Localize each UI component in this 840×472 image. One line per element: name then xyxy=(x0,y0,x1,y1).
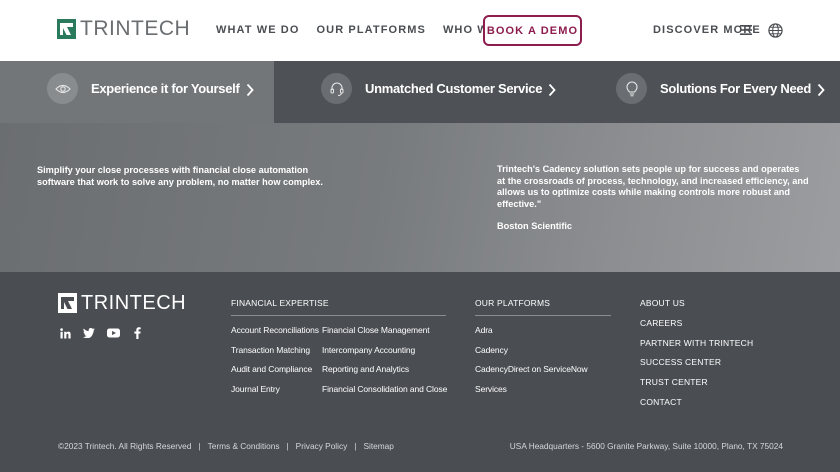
testimonial-banner: Simplify your close processes with finan… xyxy=(0,123,840,272)
tab-label: Experience it for Yourself xyxy=(91,81,240,96)
site-footer: TRINTECH FINANCIAL EXPERTISE Account Rec… xyxy=(0,272,840,472)
privacy-link[interactable]: Privacy Policy xyxy=(296,441,348,451)
globe-language-icon[interactable] xyxy=(768,23,783,38)
hamburger-menu-icon[interactable] xyxy=(740,25,752,35)
chevron-right-icon xyxy=(817,83,825,97)
footer-link-account-reconciliations[interactable]: Account Reconciliations xyxy=(231,325,319,335)
sitemap-link[interactable]: Sitemap xyxy=(363,441,393,451)
footer-link-transaction-matching[interactable]: Transaction Matching xyxy=(231,345,310,355)
footer-link-careers[interactable]: CAREERS xyxy=(640,318,683,328)
testimonial-quote: Trintech's Cadency solution sets people … xyxy=(497,164,809,209)
headset-icon xyxy=(321,73,352,104)
footer-link-contact[interactable]: CONTACT xyxy=(640,397,682,407)
footer-link-reporting-analytics[interactable]: Reporting and Analytics xyxy=(322,364,409,374)
twitter-icon[interactable] xyxy=(82,326,96,340)
footer-link-intercompany-accounting[interactable]: Intercompany Accounting xyxy=(322,345,415,355)
separator: | xyxy=(198,441,201,451)
logo-wordmark: TRINTECH xyxy=(81,292,187,314)
facebook-icon[interactable] xyxy=(130,326,144,340)
nav-what-we-do[interactable]: WHAT WE DO xyxy=(216,24,300,36)
footer-link-success-center[interactable]: SUCCESS CENTER xyxy=(640,357,721,367)
footer-heading-financial-expertise: FINANCIAL EXPERTISE xyxy=(231,298,329,308)
chevron-right-icon xyxy=(548,83,556,97)
site-header: TRINTECH WHAT WE DO OUR PLATFORMS WHO WE… xyxy=(0,0,840,61)
separator: | xyxy=(286,441,289,451)
tab-experience[interactable]: Experience it for Yourself xyxy=(47,73,254,104)
footer-link-trust-center[interactable]: TRUST CENTER xyxy=(640,377,708,387)
footer-link-adra[interactable]: Adra xyxy=(475,325,493,335)
terms-link[interactable]: Terms & Conditions xyxy=(208,441,280,451)
footer-link-audit-compliance[interactable]: Audit and Compliance xyxy=(231,364,312,374)
footer-link-cadencydirect[interactable]: CadencyDirect on ServiceNow xyxy=(475,364,588,374)
separator: | xyxy=(354,441,357,451)
book-demo-button[interactable]: BOOK A DEMO xyxy=(483,15,582,46)
tab-label: Solutions For Every Need xyxy=(660,81,812,96)
footer-logo[interactable]: TRINTECH xyxy=(58,293,186,313)
footer-divider xyxy=(231,315,446,316)
footer-link-partner[interactable]: PARTNER WITH TRINTECH xyxy=(640,338,753,348)
trintech-logo-mark-icon xyxy=(58,293,77,313)
trintech-logo-mark-icon xyxy=(57,19,76,39)
lightbulb-icon xyxy=(616,73,647,104)
logo-wordmark: TRINTECH xyxy=(80,17,191,40)
footer-link-financial-close-management[interactable]: Financial Close Management xyxy=(322,325,430,335)
tab-solutions[interactable]: Solutions For Every Need xyxy=(616,73,825,104)
footer-divider xyxy=(475,315,611,316)
youtube-icon[interactable] xyxy=(106,326,120,340)
trintech-logo[interactable]: TRINTECH xyxy=(57,17,191,40)
tab-label: Unmatched Customer Service xyxy=(365,81,543,96)
copyright-text: ©2023 Trintech. All Rights Reserved xyxy=(58,441,192,451)
testimonial-source: Boston Scientific xyxy=(497,221,573,231)
footer-heading-our-platforms: OUR PLATFORMS xyxy=(475,298,551,308)
nav-our-platforms[interactable]: OUR PLATFORMS xyxy=(317,24,426,36)
footer-link-services[interactable]: Services xyxy=(475,384,507,394)
footer-link-consolidation-close[interactable]: Financial Consolidation and Close xyxy=(322,384,447,394)
tab-customer-service[interactable]: Unmatched Customer Service xyxy=(321,73,556,104)
footer-link-cadency[interactable]: Cadency xyxy=(475,345,508,355)
linkedin-icon[interactable] xyxy=(58,326,72,340)
social-links xyxy=(58,326,154,340)
banner-tagline: Simplify your close processes with finan… xyxy=(37,165,323,187)
footer-legal-bar: ©2023 Trintech. All Rights Reserved | Te… xyxy=(58,441,394,451)
chevron-right-icon xyxy=(246,83,254,97)
feature-tabs: Experience it for Yourself Unmatched Cus… xyxy=(0,61,840,123)
eye-icon xyxy=(47,73,78,104)
footer-link-about-us[interactable]: ABOUT US xyxy=(640,298,685,308)
footer-link-journal-entry[interactable]: Journal Entry xyxy=(231,384,280,394)
headquarters-address: USA Headquarters - 5600 Granite Parkway,… xyxy=(509,441,783,451)
